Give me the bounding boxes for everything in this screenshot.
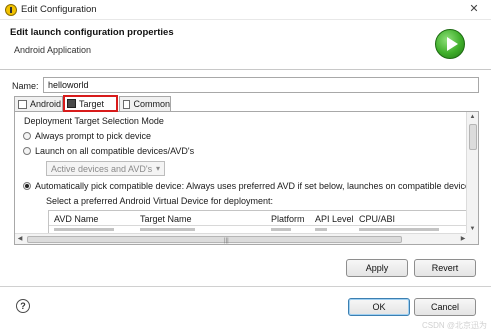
- tab-target[interactable]: Target: [63, 95, 118, 112]
- watermark-text: CSDN @北京迅为: [421, 321, 487, 330]
- tab-common-label: Common: [133, 99, 170, 109]
- horizontal-scroll-thumb[interactable]: |||: [27, 236, 402, 244]
- revert-button[interactable]: Revert: [414, 259, 476, 277]
- scroll-corner: [466, 233, 478, 244]
- tab-android[interactable]: Android: [14, 96, 63, 111]
- footer-divider: [0, 286, 491, 287]
- column-header-cpu-abi[interactable]: CPU/ABI: [359, 214, 395, 224]
- radio-auto-pick[interactable]: [23, 182, 31, 190]
- ok-button[interactable]: OK: [348, 298, 410, 316]
- radio-always-prompt[interactable]: [23, 132, 31, 140]
- grip-icon: |||: [224, 238, 229, 244]
- name-input[interactable]: [43, 77, 479, 93]
- chevron-down-icon: ▾: [155, 164, 160, 173]
- avd-filter-value: Active devices and AVD's: [51, 164, 153, 174]
- help-icon[interactable]: ?: [16, 299, 30, 313]
- common-icon: [123, 99, 131, 109]
- table-row-cell: [359, 228, 439, 231]
- vertical-scroll-thumb[interactable]: [469, 124, 477, 150]
- target-tab-panel: Deployment Target Selection Mode Always …: [14, 111, 479, 245]
- run-icon: [435, 29, 465, 59]
- eclipse-app-icon: [5, 4, 17, 16]
- target-icon: [67, 99, 76, 108]
- name-label: Name:: [12, 81, 39, 91]
- tab-android-label: Android: [30, 99, 62, 109]
- table-row-cell: [140, 228, 195, 231]
- scroll-left-arrow-icon[interactable]: ◀: [15, 234, 25, 244]
- android-icon: [18, 99, 27, 109]
- column-header-platform[interactable]: Platform: [271, 214, 305, 224]
- section-label: Deployment Target Selection Mode: [24, 116, 164, 126]
- tab-common[interactable]: Common: [119, 96, 171, 111]
- table-header-divider: [49, 225, 467, 226]
- column-header-api-level[interactable]: API Level: [315, 214, 354, 224]
- close-button[interactable]: ✕: [463, 3, 485, 16]
- header-title: Edit launch configuration properties: [10, 27, 174, 38]
- vertical-scrollbar[interactable]: ▲ ▼: [466, 112, 478, 234]
- avd-table-label: Select a preferred Android Virtual Devic…: [46, 196, 273, 206]
- scroll-up-arrow-icon[interactable]: ▲: [467, 112, 478, 122]
- window-title: Edit Configuration: [21, 4, 97, 15]
- table-row-cell: [315, 228, 327, 231]
- table-row[interactable]: [54, 228, 114, 231]
- horizontal-scrollbar[interactable]: ◀ ||| ▶: [15, 233, 468, 244]
- tab-target-label: Target: [79, 98, 105, 109]
- apply-button[interactable]: Apply: [346, 259, 408, 277]
- option-launch-all-label: Launch on all compatible devices/AVD's: [35, 146, 195, 156]
- header-subtitle: Android Application: [14, 45, 92, 55]
- table-row-cell: [271, 228, 291, 231]
- column-header-target-name[interactable]: Target Name: [140, 214, 192, 224]
- cancel-button[interactable]: Cancel: [414, 298, 476, 316]
- option-auto-pick-label: Automatically pick compatible device: Al…: [35, 181, 471, 191]
- option-always-prompt-label: Always prompt to pick device: [35, 131, 152, 141]
- column-header-avd-name[interactable]: AVD Name: [54, 214, 98, 224]
- dialog-header: Edit launch configuration properties And…: [0, 20, 491, 70]
- avd-filter-select[interactable]: Active devices and AVD's ▾: [46, 161, 165, 176]
- radio-launch-all[interactable]: [23, 147, 31, 155]
- title-bar: Edit Configuration ✕: [0, 0, 491, 20]
